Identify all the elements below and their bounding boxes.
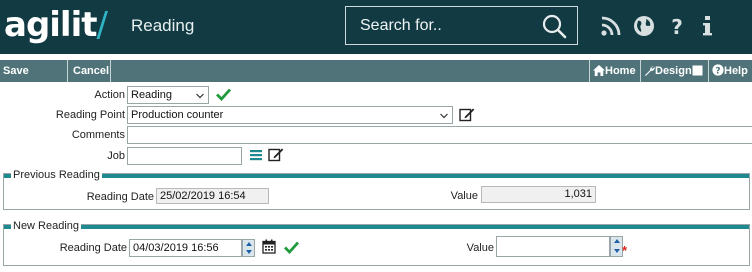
action-label: Action xyxy=(94,89,125,101)
help-icon[interactable]: ? xyxy=(666,15,688,37)
job-label: Job xyxy=(107,150,125,162)
job-field[interactable] xyxy=(127,147,242,165)
action-value: Reading xyxy=(131,89,172,101)
help-circle-icon: ? xyxy=(712,64,724,77)
design-button[interactable]: Design xyxy=(640,60,708,82)
svg-text:?: ? xyxy=(715,67,720,76)
globe-icon[interactable] xyxy=(633,15,655,37)
wrench-icon xyxy=(645,66,655,76)
home-label: Home xyxy=(605,65,636,77)
rss-icon[interactable] xyxy=(600,15,622,37)
chevron-down-icon xyxy=(440,113,448,119)
search-icon[interactable] xyxy=(541,13,567,39)
new-value-field[interactable] xyxy=(496,236,610,257)
app-logo[interactable]: agilit/ xyxy=(4,5,109,45)
chevron-down-icon xyxy=(196,93,204,99)
spin-down-icon[interactable] xyxy=(246,250,252,254)
app-header: agilit/ Reading ? xyxy=(0,0,752,54)
edit-icon[interactable] xyxy=(268,147,284,162)
reading-point-value: Production counter xyxy=(131,109,224,121)
comments-field[interactable] xyxy=(127,126,752,144)
spin-up-icon[interactable] xyxy=(614,239,620,243)
new-reading-title: New Reading xyxy=(11,220,82,232)
info-icon[interactable] xyxy=(697,15,719,37)
required-marker: * xyxy=(622,243,628,258)
cancel-button[interactable]: Cancel xyxy=(68,60,111,82)
confirm-check-icon[interactable] xyxy=(216,87,231,101)
home-icon xyxy=(593,65,605,76)
spin-up-icon[interactable] xyxy=(246,242,252,246)
new-reading-date-label: Reading Date xyxy=(59,242,127,254)
spin-down-icon[interactable] xyxy=(614,249,620,253)
design-label: Design xyxy=(655,65,692,77)
search-box xyxy=(345,6,578,45)
page-title: Reading xyxy=(131,16,195,35)
reading-point-label: Reading Point xyxy=(55,109,125,121)
logo-slash: / xyxy=(96,5,109,45)
home-button[interactable]: Home xyxy=(589,60,640,82)
edit-icon[interactable] xyxy=(459,107,475,122)
date-spinner[interactable] xyxy=(242,239,255,257)
comments-label: Comments xyxy=(71,129,125,141)
list-icon[interactable] xyxy=(249,148,263,162)
svg-text:?: ? xyxy=(671,15,683,37)
search-input[interactable] xyxy=(346,7,536,44)
window-icon xyxy=(692,65,703,76)
logo-text: agilit xyxy=(4,5,97,45)
help-label: Help xyxy=(724,65,748,77)
reading-point-select[interactable]: Production counter xyxy=(127,106,453,124)
action-select[interactable]: Reading xyxy=(127,86,209,104)
help-button[interactable]: ? Help xyxy=(708,60,752,82)
action-toolbar: Save reading Cancel Home Design ? Help xyxy=(0,60,752,99)
previous-reading-title: Previous Reading xyxy=(11,169,102,181)
previous-reading-date-field: 25/02/2019 16:54 xyxy=(156,188,269,204)
new-reading-date-field[interactable]: 04/03/2019 16:56 xyxy=(129,239,242,257)
previous-value-label: Value xyxy=(450,190,478,202)
save-reading-button[interactable]: Save reading xyxy=(0,60,68,99)
confirm-check-icon[interactable] xyxy=(284,240,299,254)
calendar-icon[interactable] xyxy=(262,239,276,254)
previous-value-field: 1,031 xyxy=(481,186,596,203)
previous-reading-date-label: Reading Date xyxy=(86,191,154,203)
new-value-label: Value xyxy=(466,242,494,254)
